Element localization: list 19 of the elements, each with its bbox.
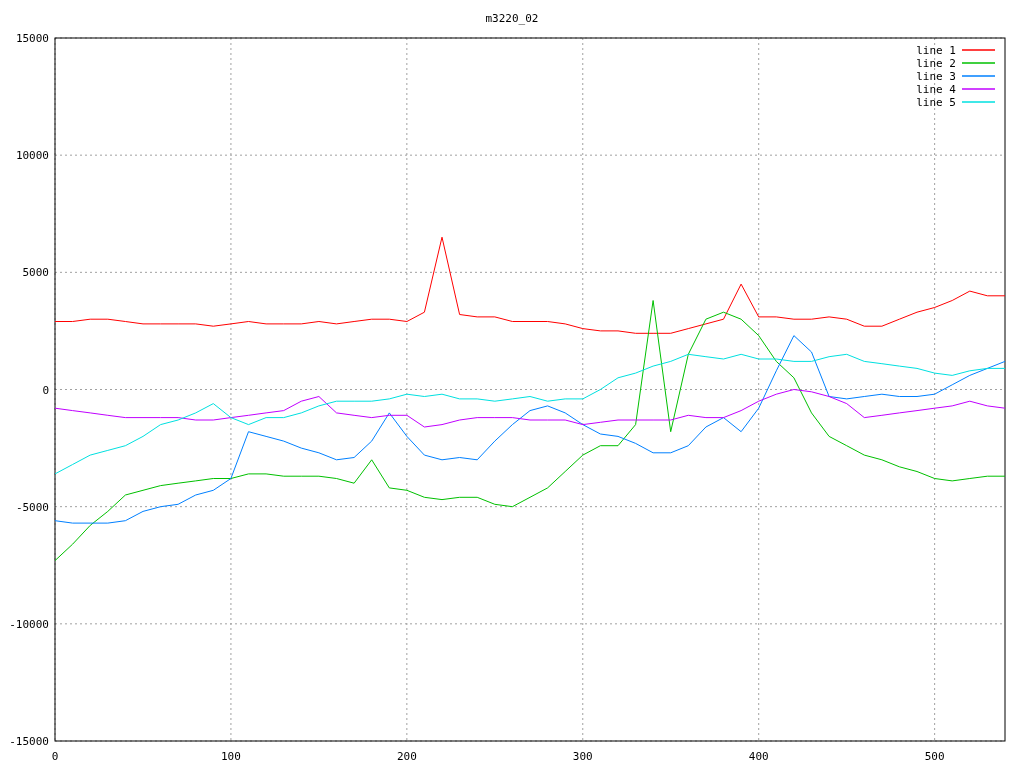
legend-label: line 2 [916,57,956,70]
y-tick-label: 0 [42,383,49,397]
x-tick-label: 500 [924,750,945,763]
x-tick-label: 200 [396,750,417,763]
x-tick-label: 100 [221,750,241,763]
legend-label: line 5 [916,96,956,109]
y-tick-label: 5000 [22,266,49,280]
x-tick-label: 300 [572,750,593,763]
legend-label: line 1 [916,44,956,57]
chart-title: m3220_02 [485,12,539,25]
y-tick-label: 15000 [15,32,49,45]
x-tick-label: 400 [748,750,769,763]
y-tick-label: -15000 [9,735,49,748]
y-tick-label: -5000 [15,500,49,514]
x-tick-label: 0 [51,750,59,763]
legend-label: line 4 [916,83,956,96]
legend-label: line 3 [916,70,956,83]
y-tick-label: 10000 [15,149,49,163]
y-tick-label: -10000 [9,617,49,631]
